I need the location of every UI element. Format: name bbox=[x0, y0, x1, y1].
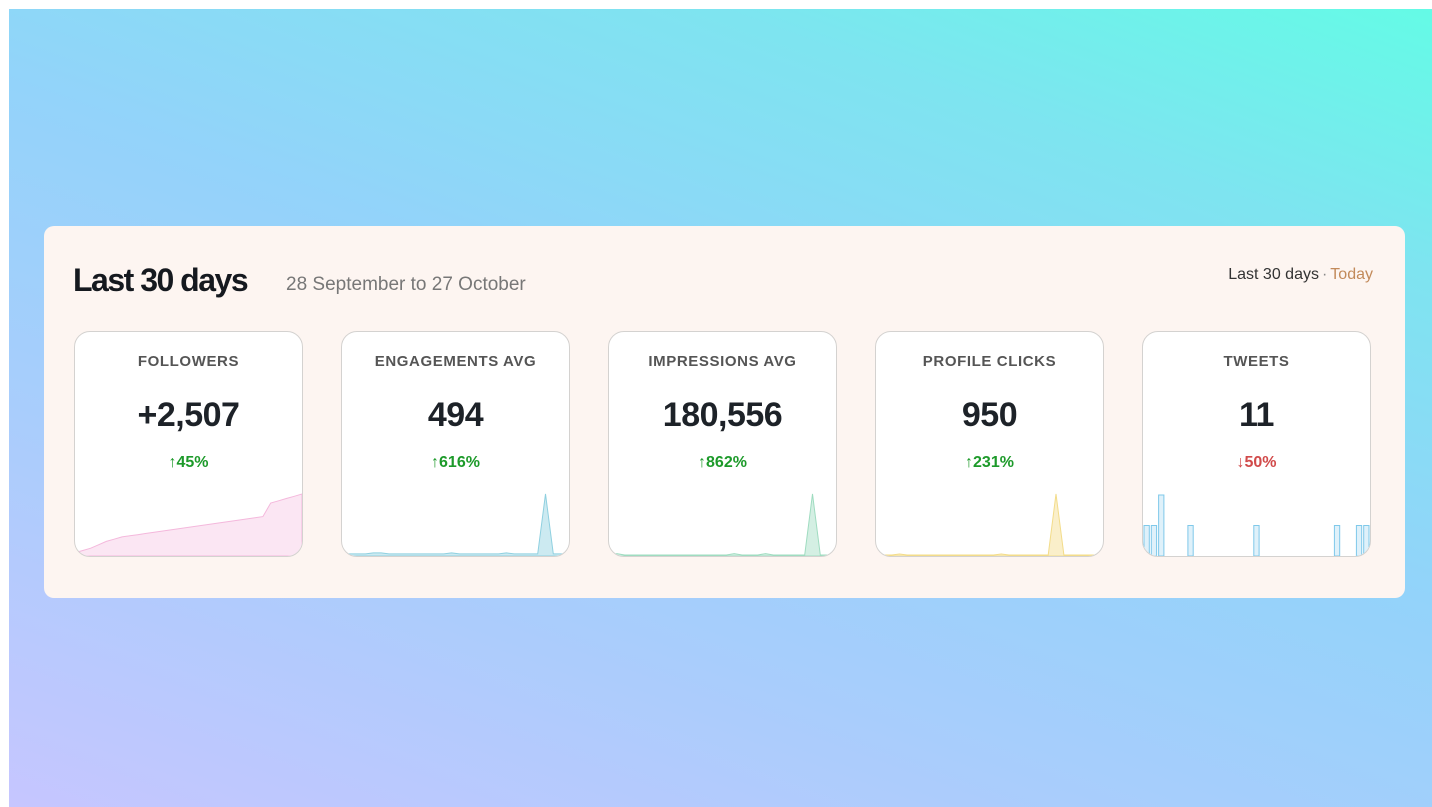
card-followers[interactable]: FOLLOWERS +2,507 ↑45% bbox=[74, 331, 303, 557]
page-title: Last 30 days bbox=[73, 262, 249, 298]
card-profile-clicks[interactable]: PROFILE CLICKS 950 ↑231% bbox=[875, 331, 1104, 557]
arrow-up-icon: ↑ bbox=[431, 454, 440, 471]
card-change-value: 45% bbox=[176, 454, 209, 471]
period-today-link[interactable]: Today bbox=[1330, 266, 1373, 283]
impressions-sparkline bbox=[609, 493, 836, 556]
card-change: ↑616% bbox=[342, 454, 569, 472]
card-label: PROFILE CLICKS bbox=[922, 353, 1057, 370]
sparkline-bar bbox=[1363, 525, 1370, 556]
card-value: 180,556 bbox=[662, 396, 783, 434]
card-impressions-avg[interactable]: IMPRESSIONS AVG 180,556 ↑862% bbox=[608, 331, 837, 557]
sparkline-bar bbox=[1143, 525, 1150, 556]
sparkline-bar bbox=[1333, 525, 1341, 556]
card-value: 11 bbox=[1239, 396, 1274, 434]
sparkline-area bbox=[876, 493, 1103, 556]
card-value: 494 bbox=[427, 396, 484, 434]
card-tweets[interactable]: TWEETS 11 ↓50% bbox=[1142, 331, 1371, 557]
card-change: ↑45% bbox=[75, 454, 302, 472]
card-change-value: 50% bbox=[1244, 454, 1277, 471]
card-label: FOLLOWERS bbox=[137, 353, 240, 370]
profile-clicks-sparkline bbox=[876, 493, 1103, 556]
card-label: ENGAGEMENTS AVG bbox=[374, 353, 537, 370]
tweets-sparkline bbox=[1143, 494, 1370, 556]
card-engagements-avg[interactable]: ENGAGEMENTS AVG 494 ↑616% bbox=[341, 331, 570, 557]
card-change-value: 231% bbox=[973, 454, 1014, 471]
sparkline-area bbox=[342, 493, 569, 556]
card-change: ↑231% bbox=[876, 454, 1103, 472]
date-range: 28 September to 27 October bbox=[286, 274, 526, 295]
sparkline-bar bbox=[1355, 525, 1363, 556]
card-change: ↓50% bbox=[1143, 454, 1370, 472]
period-separator: · bbox=[1321, 266, 1328, 283]
sparkline-bar bbox=[1253, 525, 1260, 556]
card-change: ↑862% bbox=[609, 454, 836, 472]
engagements-sparkline bbox=[342, 493, 569, 556]
card-label: IMPRESSIONS AVG bbox=[648, 353, 797, 370]
card-value: 950 bbox=[961, 396, 1018, 434]
card-value: +2,507 bbox=[137, 396, 240, 434]
stats-panel: Last 30 days 28 September to 27 October … bbox=[44, 226, 1405, 598]
sparkline-bar bbox=[1187, 525, 1194, 556]
followers-sparkline bbox=[75, 493, 302, 556]
arrow-up-icon: ↑ bbox=[698, 454, 707, 471]
card-change-value: 616% bbox=[439, 454, 480, 471]
arrow-up-icon: ↑ bbox=[965, 454, 974, 471]
period-last-30-days-link[interactable]: Last 30 days bbox=[1228, 266, 1319, 283]
sparkline-bar bbox=[1158, 494, 1165, 556]
card-change-value: 862% bbox=[706, 454, 747, 471]
sparkline-area bbox=[609, 493, 836, 556]
sparkline-area bbox=[75, 493, 302, 556]
card-label: TWEETS bbox=[1223, 353, 1290, 370]
period-switch: Last 30 days · Today bbox=[1228, 266, 1373, 284]
sparkline-bar bbox=[1150, 525, 1158, 556]
